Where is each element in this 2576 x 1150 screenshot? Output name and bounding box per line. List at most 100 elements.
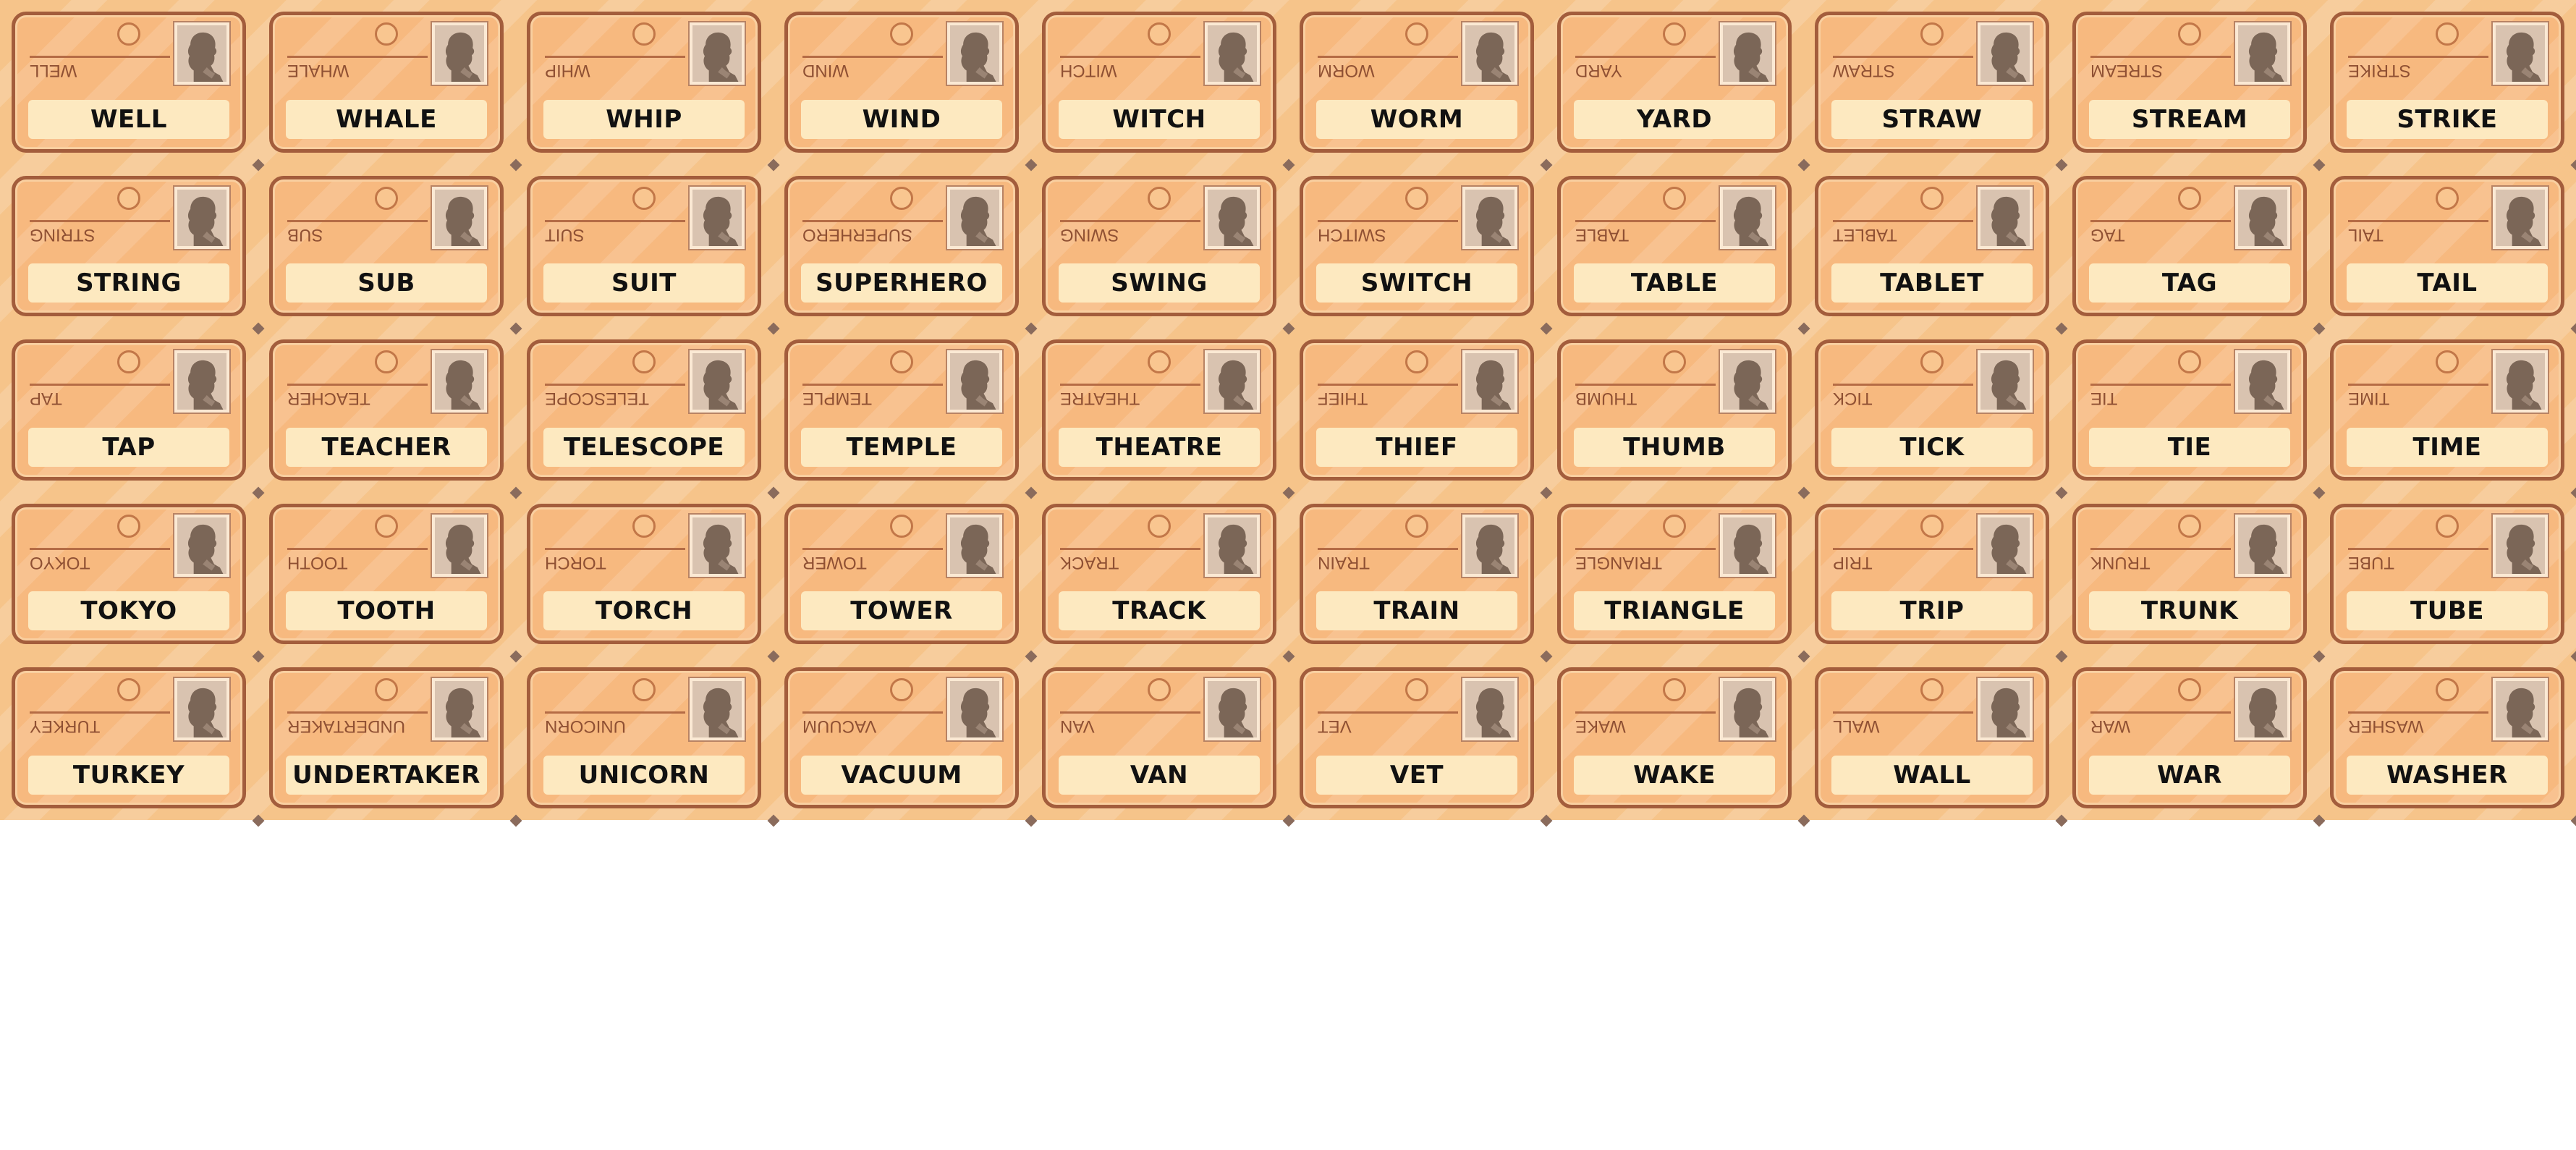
word-card[interactable]: VACUUM VACUUM [784,667,1019,808]
word-card[interactable]: UNICORN UNICORN [527,667,761,808]
word-card[interactable]: TRIP TRIP [1815,503,2049,645]
portrait-frame [1720,350,1775,413]
agent-silhouette-icon [1208,517,1257,574]
word-card[interactable]: WAR WAR [2072,667,2307,808]
card-word: SWING [1059,263,1260,303]
word-card[interactable]: TIME TIME [2330,339,2564,481]
word-card[interactable]: TRUNK TRUNK [2072,503,2307,645]
card-word-inverted: WAR [2090,711,2231,737]
card-word-inverted: SWING [1060,219,1200,245]
card-cell: SUIT SUIT [515,164,773,329]
word-card[interactable]: WORM WORM [1300,12,1534,153]
word-card[interactable]: STRING STRING [12,175,246,317]
portrait-frame [690,22,745,85]
word-card[interactable]: STREAM STREAM [2072,12,2307,153]
word-card[interactable]: TIE TIE [2072,339,2307,481]
word-card[interactable]: TABLE TABLE [1557,175,1792,317]
agent-silhouette-icon [2496,25,2545,82]
agent-silhouette-icon [1465,517,1514,574]
word-card[interactable]: UNDERTAKER UNDERTAKER [269,667,504,808]
word-card[interactable]: TUBE TUBE [2330,503,2564,645]
word-card[interactable]: VAN VAN [1042,667,1276,808]
punch-hole-icon [1920,22,1944,46]
word-card[interactable]: TRACK TRACK [1042,503,1276,645]
portrait-frame [1205,350,1260,413]
portrait-frame [174,186,229,249]
card-word-inverted: VAN [1060,711,1200,737]
word-card[interactable]: TABLET TABLET [1815,175,2049,317]
word-card[interactable]: TOWER TOWER [784,503,1019,645]
word-card[interactable]: TAP TAP [12,339,246,481]
portrait-frame [2493,186,2548,249]
word-card[interactable]: TEMPLE TEMPLE [784,339,1019,481]
card-word-inverted: VET [1318,711,1458,737]
punch-hole-icon [117,350,140,374]
word-card[interactable]: TRIANGLE TRIANGLE [1557,503,1792,645]
card-word-inverted: TELESCOPE [545,384,685,410]
card-cell: TEMPLE TEMPLE [773,328,1030,492]
card-word: TABLET [1831,263,2033,303]
word-card[interactable]: TAG TAG [2072,175,2307,317]
word-card[interactable]: WELL WELL [12,12,246,153]
word-card[interactable]: TORCH TORCH [527,503,761,645]
agent-silhouette-icon [1723,189,1772,246]
portrait-frame [2235,514,2290,577]
card-word-inverted: TOKYO [30,547,170,573]
word-card[interactable]: SUPERHERO SUPERHERO [784,175,1019,317]
card-word: WORM [1316,99,1517,139]
portrait-frame [432,186,487,249]
card-word: TIE [2089,427,2290,467]
portrait-frame [1205,186,1260,249]
word-card[interactable]: SUIT SUIT [527,175,761,317]
card-word-inverted: WAKE [1575,711,1716,737]
card-word-inverted: SUIT [545,219,685,245]
word-card[interactable]: WAKE WAKE [1557,667,1792,808]
card-cell: TAG TAG [2061,164,2318,329]
word-card[interactable]: TOOTH TOOTH [269,503,504,645]
agent-silhouette-icon [435,353,484,410]
card-cell: WHIP WHIP [515,0,773,164]
card-word-inverted: THEATRE [1060,384,1200,410]
word-card[interactable]: THUMB THUMB [1557,339,1792,481]
word-card[interactable]: SUB SUB [269,175,504,317]
word-card[interactable]: STRAW STRAW [1815,12,2049,153]
word-card[interactable]: TAIL TAIL [2330,175,2564,317]
agent-silhouette-icon [1723,681,1772,738]
word-card[interactable]: VET VET [1300,667,1534,808]
agent-silhouette-icon [435,25,484,82]
card-cell: UNDERTAKER UNDERTAKER [258,656,515,820]
word-card[interactable]: STRIKE STRIKE [2330,12,2564,153]
card-cell: TURKEY TURKEY [0,656,258,820]
agent-silhouette-icon [435,681,484,738]
agent-silhouette-icon [1465,353,1514,410]
portrait-frame [2235,186,2290,249]
word-card[interactable]: TRAIN TRAIN [1300,503,1534,645]
word-card[interactable]: TICK TICK [1815,339,2049,481]
card-word: WITCH [1059,99,1260,139]
word-card[interactable]: TOKYO TOKYO [12,503,246,645]
word-card[interactable]: SWITCH SWITCH [1300,175,1534,317]
word-card[interactable]: WHALE WHALE [269,12,504,153]
card-word: TAP [28,427,229,467]
word-card[interactable]: SWING SWING [1042,175,1276,317]
word-card[interactable]: THEATRE THEATRE [1042,339,1276,481]
word-card[interactable]: WHIP WHIP [527,12,761,153]
agent-silhouette-icon [2496,681,2545,738]
word-card[interactable]: WALL WALL [1815,667,2049,808]
card-word: WHIP [543,99,745,139]
card-word: TRUNK [2089,591,2290,631]
word-card[interactable]: TELESCOPE TELESCOPE [527,339,761,481]
word-card[interactable]: THIEF THIEF [1300,339,1534,481]
punch-hole-icon [1405,186,1428,210]
word-card[interactable]: YARD YARD [1557,12,1792,153]
card-cell: TABLE TABLE [1546,164,1803,329]
word-card[interactable]: WIND WIND [784,12,1019,153]
card-word-inverted: THIEF [1318,384,1458,410]
word-card[interactable]: TURKEY TURKEY [12,667,246,808]
word-card[interactable]: TEACHER TEACHER [269,339,504,481]
word-card[interactable]: WITCH WITCH [1042,12,1276,153]
portrait-frame [174,22,229,85]
word-card[interactable]: WASHER WASHER [2330,667,2564,808]
card-word-inverted: TEMPLE [802,384,943,410]
agent-silhouette-icon [2238,517,2287,574]
